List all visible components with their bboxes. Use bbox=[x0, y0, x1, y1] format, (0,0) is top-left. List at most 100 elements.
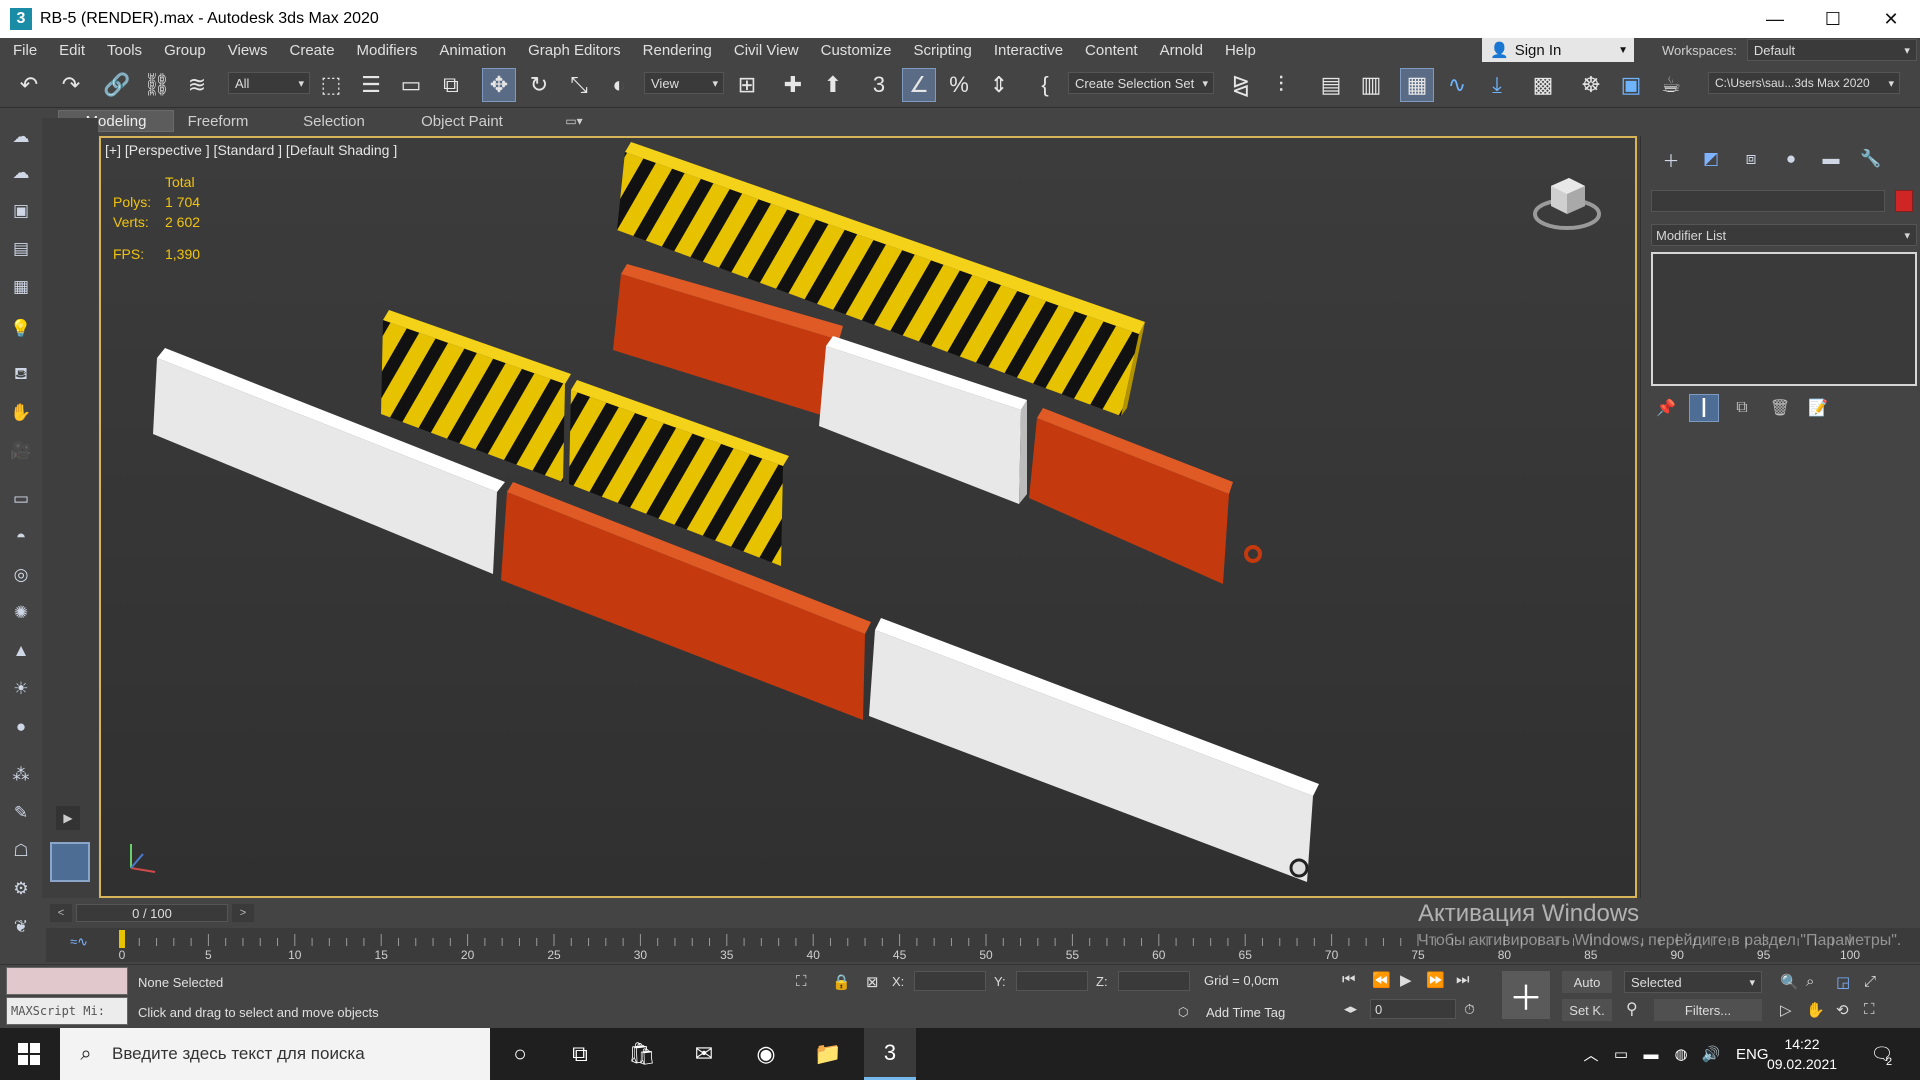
modifier-stack[interactable] bbox=[1651, 252, 1917, 386]
teapot-icon[interactable]: ⛾ bbox=[8, 362, 34, 388]
viewport-label[interactable]: [+] [Perspective ] [Standard ] [Default … bbox=[105, 142, 397, 158]
show-end-result-icon[interactable]: ┃ bbox=[1689, 394, 1719, 422]
lock-selection-icon[interactable]: 🔒 bbox=[832, 973, 851, 991]
time-slider-next[interactable]: > bbox=[232, 904, 254, 922]
goto-start-icon[interactable]: ⏮ bbox=[1342, 971, 1356, 988]
set-key-button[interactable]: Set K. bbox=[1562, 999, 1612, 1021]
shell-icon[interactable]: ✺ bbox=[8, 600, 34, 626]
selection-filter-dropdown[interactable]: All bbox=[228, 72, 310, 94]
close-button[interactable]: ✕ bbox=[1862, 0, 1920, 38]
menu-customize[interactable]: Customize bbox=[810, 42, 903, 59]
previous-frame-icon[interactable]: ⏪ bbox=[1372, 971, 1391, 989]
tab-object-paint[interactable]: Object Paint bbox=[412, 110, 512, 132]
zoom-icon[interactable]: 🔍 bbox=[1780, 973, 1799, 991]
minimize-button[interactable]: — bbox=[1746, 0, 1804, 38]
render-setup-icon[interactable]: ☸ bbox=[1574, 68, 1608, 102]
maxscript-input[interactable]: MAXScript Mi: bbox=[6, 997, 128, 1025]
menu-scripting[interactable]: Scripting bbox=[902, 42, 982, 59]
time-slider-prev[interactable]: < bbox=[50, 904, 72, 922]
hierarchy-tab-icon[interactable]: ⧈ bbox=[1731, 146, 1771, 172]
menu-animation[interactable]: Animation bbox=[428, 42, 517, 59]
project-folder-dropdown[interactable]: C:\Users\sau...3ds Max 2020 bbox=[1708, 72, 1900, 94]
battery-icon[interactable]: ▬ bbox=[1636, 1046, 1666, 1063]
curve-editor-mini-icon[interactable]: ≈∿ bbox=[70, 934, 88, 950]
table-icon[interactable]: ▦ bbox=[8, 274, 34, 300]
snaps-toggle-icon[interactable]: 3 bbox=[862, 68, 896, 102]
time-cursor[interactable] bbox=[119, 930, 125, 948]
rotate-icon[interactable]: ↻ bbox=[522, 68, 556, 102]
select-by-name-icon[interactable]: ☰ bbox=[354, 68, 388, 102]
play-icon[interactable]: ▶ bbox=[1400, 971, 1412, 989]
z-field[interactable] bbox=[1117, 971, 1190, 991]
isolate-selection-icon[interactable]: ⛶ bbox=[796, 973, 807, 990]
reference-coord-dropdown[interactable]: View bbox=[644, 72, 724, 94]
menu-rendering[interactable]: Rendering bbox=[632, 42, 723, 59]
placement-icon[interactable]: ◐ bbox=[602, 68, 636, 102]
goto-end-icon[interactable]: ⏭ bbox=[1456, 971, 1470, 988]
layer-explorer-icon[interactable]: ▥ bbox=[1354, 68, 1388, 102]
pan-view-icon[interactable]: ✋ bbox=[1806, 1001, 1825, 1019]
menu-file[interactable]: File bbox=[0, 42, 48, 59]
taskbar-clock[interactable]: 14:22 09.02.2021 bbox=[1762, 1034, 1842, 1074]
mail-icon[interactable]: ✉ bbox=[678, 1028, 730, 1080]
sun-icon[interactable]: ☀ bbox=[8, 676, 34, 702]
create-selection-icon[interactable]: ☁ bbox=[8, 124, 34, 150]
create-tab-icon[interactable]: ＋ bbox=[1651, 146, 1691, 172]
window-crossing-icon[interactable]: ⧉ bbox=[434, 68, 468, 102]
bind-space-warp-icon[interactable]: ≋ bbox=[180, 68, 214, 102]
store-icon[interactable]: 🛍 bbox=[616, 1028, 668, 1080]
key-filters-icon[interactable]: ⚲ bbox=[1626, 999, 1638, 1019]
orbit-icon[interactable]: ⟲ bbox=[1836, 1001, 1849, 1019]
particle-icon[interactable]: ⁂ bbox=[8, 762, 34, 788]
task-view-icon[interactable]: ⧉ bbox=[554, 1028, 606, 1080]
plane-icon[interactable]: ▭ bbox=[8, 486, 34, 512]
plant-icon[interactable]: ❦ bbox=[8, 914, 34, 940]
select-object-icon[interactable]: ⬚ bbox=[314, 68, 348, 102]
notifications-icon[interactable]: 🗨 bbox=[1856, 1028, 1908, 1080]
camera-icon[interactable]: 🎥 bbox=[8, 438, 34, 464]
object-name-field[interactable] bbox=[1651, 190, 1885, 212]
menu-views[interactable]: Views bbox=[217, 42, 279, 59]
menu-edit[interactable]: Edit bbox=[48, 42, 96, 59]
zoom-all-icon[interactable]: ⌕ bbox=[1806, 973, 1814, 990]
light-icon[interactable]: 💡 bbox=[8, 316, 34, 342]
make-unique-icon[interactable]: ⧉ bbox=[1727, 394, 1757, 422]
x-field[interactable] bbox=[914, 971, 987, 991]
viewport-layout-thumbnail[interactable] bbox=[50, 842, 90, 882]
image-icon[interactable]: ▣ bbox=[8, 198, 34, 224]
hemisphere-icon[interactable]: ◓ bbox=[8, 524, 34, 550]
expand-arrow-icon[interactable]: ▶ bbox=[56, 806, 80, 830]
unlink-icon[interactable]: ⛓ bbox=[140, 68, 174, 102]
material-editor-icon[interactable]: ▩ bbox=[1526, 68, 1560, 102]
maximize-button[interactable]: ☐ bbox=[1804, 0, 1862, 38]
align-icon[interactable]: ⫶ bbox=[1264, 68, 1298, 102]
torus-icon[interactable]: ◎ bbox=[8, 562, 34, 588]
scene-render[interactable] bbox=[101, 138, 1635, 896]
absolute-mode-icon[interactable]: ⊠ bbox=[866, 973, 879, 991]
pin-stack-icon[interactable]: 📌 bbox=[1651, 394, 1681, 422]
edit-named-selection-icon[interactable]: { bbox=[1028, 68, 1062, 102]
tab-selection[interactable]: Selection bbox=[292, 110, 376, 132]
key-selection-dropdown[interactable]: Selected bbox=[1624, 971, 1762, 993]
modifier-list-dropdown[interactable]: Modifier List bbox=[1651, 224, 1917, 246]
angle-snap-icon[interactable]: ∠ bbox=[902, 68, 936, 102]
link-icon[interactable]: 🔗 bbox=[100, 68, 134, 102]
menu-modifiers[interactable]: Modifiers bbox=[346, 42, 429, 59]
display-tab-icon[interactable]: ▬ bbox=[1811, 146, 1851, 172]
time-slider-value[interactable]: 0 / 100 bbox=[76, 904, 228, 922]
time-configuration-icon[interactable]: ⏱ bbox=[1464, 1001, 1475, 1018]
percent-snap-icon[interactable]: % bbox=[942, 68, 976, 102]
spinner-snap-icon[interactable]: ⇕ bbox=[982, 68, 1016, 102]
volume-icon[interactable]: 🔊 bbox=[1696, 1045, 1726, 1063]
menu-tools[interactable]: Tools bbox=[96, 42, 153, 59]
sphere-icon[interactable]: ● bbox=[8, 714, 34, 740]
cortana-icon[interactable]: ○ bbox=[494, 1028, 546, 1080]
menu-group[interactable]: Group bbox=[153, 42, 217, 59]
redo-icon[interactable]: ↷ bbox=[54, 68, 88, 102]
meet-now-icon[interactable]: ▭ bbox=[1606, 1045, 1636, 1063]
rect-selection-icon[interactable]: ▭ bbox=[394, 68, 428, 102]
maxscript-listener[interactable]: MAXScript Mi: bbox=[6, 967, 128, 1025]
motion-tab-icon[interactable]: ● bbox=[1771, 146, 1811, 172]
menu-arnold[interactable]: Arnold bbox=[1149, 42, 1214, 59]
ribbon-toggle-icon[interactable]: ▦ bbox=[1400, 68, 1434, 102]
